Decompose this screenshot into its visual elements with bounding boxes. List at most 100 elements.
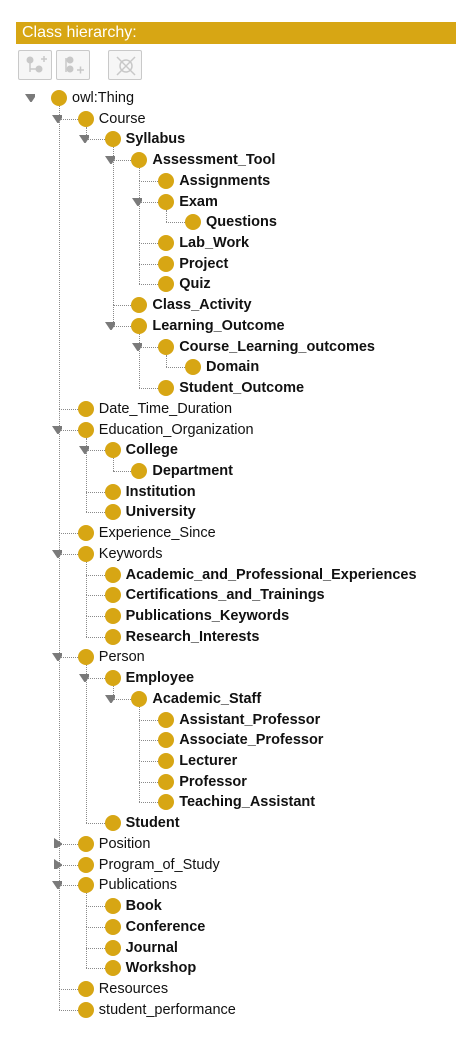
tree-node-employee[interactable]: Employee — [104, 668, 195, 688]
tree-connector — [139, 781, 159, 783]
tree-node-institution[interactable]: Institution — [104, 482, 196, 502]
class-icon — [77, 421, 94, 438]
tree-node-university[interactable]: University — [104, 502, 196, 522]
tree-node-label: Teaching_Assistant — [179, 794, 316, 811]
expanded-triangle-icon[interactable] — [78, 133, 89, 144]
expanded-triangle-icon[interactable] — [51, 424, 62, 434]
tree-node-owl-thing[interactable]: owl:Thing — [51, 88, 134, 108]
tree-connector — [59, 657, 78, 659]
tree-node-label: Class_Activity — [152, 297, 252, 314]
expanded-triangle-icon[interactable] — [25, 92, 35, 102]
tree-node-label: Lecturer — [179, 753, 238, 770]
tree-node-label: Professor — [179, 773, 247, 790]
expanded-triangle-icon[interactable] — [105, 154, 116, 165]
tree-node-resources[interactable]: Resources — [77, 979, 168, 999]
tree-node-education-organization[interactable]: Education_Organization — [77, 420, 254, 440]
tree-node-keywords[interactable]: Keywords — [77, 544, 162, 564]
tree-connector — [166, 367, 185, 369]
tree-node-publications-keywords[interactable]: Publications_Keywords — [104, 606, 289, 626]
tree-node-label: Course_Learning_outcomes — [179, 338, 375, 355]
tree-node-quiz[interactable]: Quiz — [158, 274, 211, 294]
tree-node-project[interactable]: Project — [158, 254, 228, 274]
tree-node-label: Employee — [125, 670, 195, 687]
tree-node-certifications-and-trainings[interactable]: Certifications_and_Trainings — [104, 585, 325, 605]
tree-node-student-performance[interactable]: student_performance — [77, 1000, 236, 1020]
tree-node-publications[interactable]: Publications — [77, 875, 177, 895]
tree-connector — [112, 470, 132, 472]
tree-node-course-learning-outcomes[interactable]: Course_Learning_outcomes — [158, 337, 375, 357]
tree-node-student-outcome[interactable]: Student_Outcome — [158, 378, 304, 398]
tree-connector — [85, 595, 105, 597]
expanded-triangle-icon[interactable] — [51, 879, 62, 890]
expanded-triangle-icon[interactable] — [51, 548, 62, 558]
tree-connector — [85, 512, 105, 514]
tree-connector — [59, 118, 60, 409]
collapsed-triangle-icon[interactable] — [52, 837, 62, 848]
tree-node-syllabus[interactable]: Syllabus — [104, 129, 185, 149]
tree-node-assistant-professor[interactable]: Assistant_Professor — [158, 710, 320, 730]
class-icon — [104, 442, 121, 459]
expanded-triangle-icon[interactable] — [51, 113, 62, 123]
tree-node-program-of-study[interactable]: Program_of_Study — [77, 855, 220, 875]
tree-node-lecturer[interactable]: Lecturer — [158, 751, 237, 771]
tree-node-research-interests[interactable]: Research_Interests — [104, 627, 259, 647]
tree-connector — [85, 574, 105, 576]
tree-connector — [139, 719, 141, 741]
tree-node-domain[interactable]: Domain — [185, 357, 259, 377]
tree-connector — [59, 843, 78, 845]
expanded-triangle-icon[interactable] — [105, 693, 116, 703]
class-icon — [158, 794, 175, 811]
tree-node-department[interactable]: Department — [131, 461, 233, 481]
tree-node-position[interactable]: Position — [77, 834, 151, 854]
tree-node-label: Position — [98, 835, 151, 852]
collapsed-triangle-icon[interactable] — [52, 858, 62, 869]
tree-node-lab-work[interactable]: Lab_Work — [158, 233, 249, 253]
tree-node-journal[interactable]: Journal — [104, 938, 178, 958]
tree-node-learning-outcome[interactable]: Learning_Outcome — [131, 316, 285, 336]
tree-node-class-activity[interactable]: Class_Activity — [131, 295, 252, 315]
tree-node-date-time-duration[interactable]: Date_Time_Duration — [77, 399, 232, 419]
tree-node-label: University — [125, 504, 196, 521]
tree-node-label: owl:Thing — [72, 90, 135, 106]
tree-node-associate-professor[interactable]: Associate_Professor — [158, 730, 323, 750]
tree-node-conference[interactable]: Conference — [104, 917, 205, 937]
class-icon — [131, 462, 148, 479]
tree-node-academic-and-professional-experiences[interactable]: Academic_and_Professional_Experiences — [104, 565, 417, 585]
tree-connector — [59, 429, 60, 534]
tree-node-label: Course — [98, 110, 146, 127]
tree-node-label: Book — [125, 898, 162, 915]
class-icon — [131, 317, 148, 334]
tree-node-book[interactable]: Book — [104, 896, 162, 916]
expanded-triangle-icon[interactable] — [51, 651, 62, 662]
expanded-triangle-icon[interactable] — [132, 196, 143, 206]
tree-node-academic-staff[interactable]: Academic_Staff — [131, 689, 261, 709]
expanded-triangle-icon[interactable] — [78, 444, 89, 455]
tree-node-label: Quiz — [179, 276, 211, 293]
expanded-triangle-icon[interactable] — [78, 672, 89, 683]
tree-connector — [59, 118, 78, 120]
tree-node-professor[interactable]: Professor — [158, 772, 247, 792]
expanded-triangle-icon[interactable] — [132, 341, 143, 351]
class-icon — [131, 690, 148, 707]
tree-node-college[interactable]: College — [104, 440, 178, 460]
tree-node-assignments[interactable]: Assignments — [158, 171, 270, 191]
tree-connector — [85, 926, 105, 928]
expanded-triangle-icon[interactable] — [105, 320, 116, 330]
tree-node-course[interactable]: Course — [77, 109, 146, 129]
tree-node-teaching-assistant[interactable]: Teaching_Assistant — [158, 792, 315, 812]
tree-connector — [59, 553, 60, 658]
tree-node-experience-since[interactable]: Experience_Since — [77, 523, 216, 543]
tree-connector — [85, 926, 87, 948]
tree-node-assessment-tool[interactable]: Assessment_Tool — [131, 150, 275, 170]
tree-node-person[interactable]: Person — [77, 647, 145, 667]
tree-node-workshop[interactable]: Workshop — [104, 958, 196, 978]
tree-connector — [59, 429, 78, 431]
tree-node-exam[interactable]: Exam — [158, 192, 218, 212]
class-icon — [77, 110, 94, 127]
tree-node-label: Assessment_Tool — [152, 152, 276, 169]
tree-node-label: Learning_Outcome — [152, 317, 285, 334]
tree-connector — [139, 243, 159, 245]
tree-node-student[interactable]: Student — [104, 813, 180, 833]
tree-node-questions[interactable]: Questions — [185, 212, 277, 232]
tree-node-label: Domain — [206, 359, 260, 376]
